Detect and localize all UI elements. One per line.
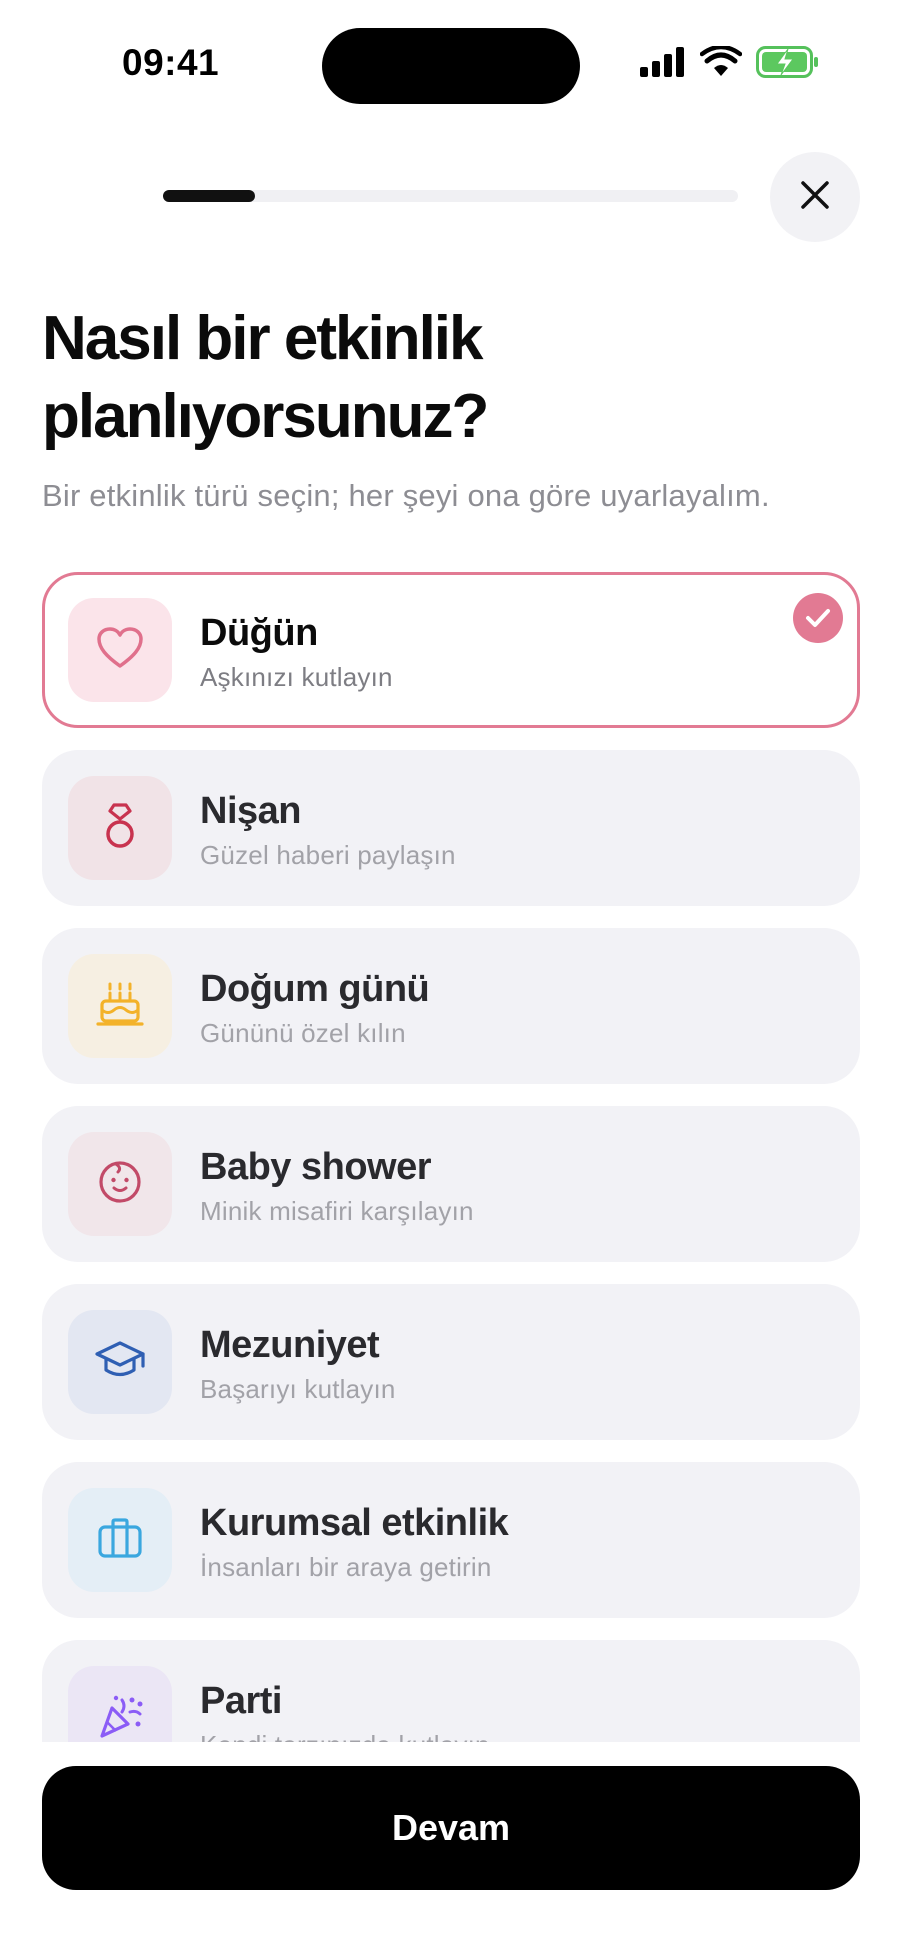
continue-button[interactable]: Devam bbox=[42, 1766, 860, 1890]
battery-charging-icon bbox=[756, 46, 820, 83]
event-icon-box bbox=[68, 954, 172, 1058]
wifi-icon bbox=[699, 44, 743, 83]
event-title: Mezuniyet bbox=[200, 1324, 380, 1366]
event-option-baby-shower[interactable]: Baby shower Minik misafiri karşılayın bbox=[42, 1106, 860, 1262]
page-subtitle: Bir etkinlik türü seçin; her şeyi ona gö… bbox=[42, 478, 770, 513]
event-option-graduation[interactable]: Mezuniyet Başarıyı kutlayın bbox=[42, 1284, 860, 1440]
event-icon-box bbox=[68, 1132, 172, 1236]
briefcase-icon bbox=[96, 1516, 144, 1565]
dynamic-island bbox=[322, 28, 580, 104]
event-subtitle: Minik misafiri karşılayın bbox=[200, 1196, 474, 1226]
event-subtitle: İnsanları bir araya getirin bbox=[200, 1552, 492, 1582]
event-title: Baby shower bbox=[200, 1146, 432, 1188]
event-icon-box bbox=[68, 1310, 172, 1414]
event-option-party[interactable]: Parti Kendi tarzınızda kutlayın bbox=[42, 1640, 860, 1742]
event-icon-box bbox=[68, 598, 172, 702]
event-icon-box bbox=[68, 776, 172, 880]
event-subtitle: Başarıyı kutlayın bbox=[200, 1374, 396, 1404]
event-option-birthday[interactable]: Doğum günü Gününü özel kılın bbox=[42, 928, 860, 1084]
event-option-corporate[interactable]: Kurumsal etkinlik İnsanları bir araya ge… bbox=[42, 1462, 860, 1618]
event-subtitle: Güzel haberi paylaşın bbox=[200, 840, 456, 870]
event-title: Düğün bbox=[200, 612, 318, 654]
event-subtitle: Kendi tarzınızda kutlayın bbox=[200, 1730, 490, 1742]
status-time: 09:41 bbox=[122, 42, 220, 83]
event-type-list[interactable]: Düğün Aşkınızı kutlayın Nişan Güzel habe… bbox=[42, 572, 860, 1742]
close-icon bbox=[799, 179, 831, 216]
heart-icon bbox=[96, 626, 144, 675]
event-option-engagement[interactable]: Nişan Güzel haberi paylaşın bbox=[42, 750, 860, 906]
event-title: Nişan bbox=[200, 790, 301, 832]
status-icons bbox=[640, 44, 820, 83]
event-title: Doğum günü bbox=[200, 968, 430, 1010]
signal-icon bbox=[640, 47, 686, 82]
event-option-wedding[interactable]: Düğün Aşkınızı kutlayın bbox=[42, 572, 860, 728]
close-button[interactable] bbox=[770, 152, 860, 242]
event-subtitle: Gününü özel kılın bbox=[200, 1018, 406, 1048]
progress-fill bbox=[163, 190, 255, 202]
status-bar: 09:41 bbox=[0, 0, 900, 130]
ring-icon bbox=[100, 801, 140, 856]
graduation-cap-icon bbox=[94, 1339, 146, 1386]
page-title: Nasıl bir etkinlik planlıyorsunuz? bbox=[42, 304, 489, 451]
event-subtitle: Aşkınızı kutlayın bbox=[200, 662, 393, 692]
event-icon-box bbox=[68, 1666, 172, 1742]
progress-bar bbox=[163, 190, 738, 202]
event-title: Kurumsal etkinlik bbox=[200, 1502, 509, 1544]
event-icon-box bbox=[68, 1488, 172, 1592]
event-title: Parti bbox=[200, 1680, 282, 1722]
cake-icon bbox=[96, 981, 144, 1032]
selected-check-icon bbox=[793, 593, 843, 643]
party-popper-icon bbox=[96, 1692, 144, 1743]
baby-icon bbox=[96, 1158, 144, 1211]
